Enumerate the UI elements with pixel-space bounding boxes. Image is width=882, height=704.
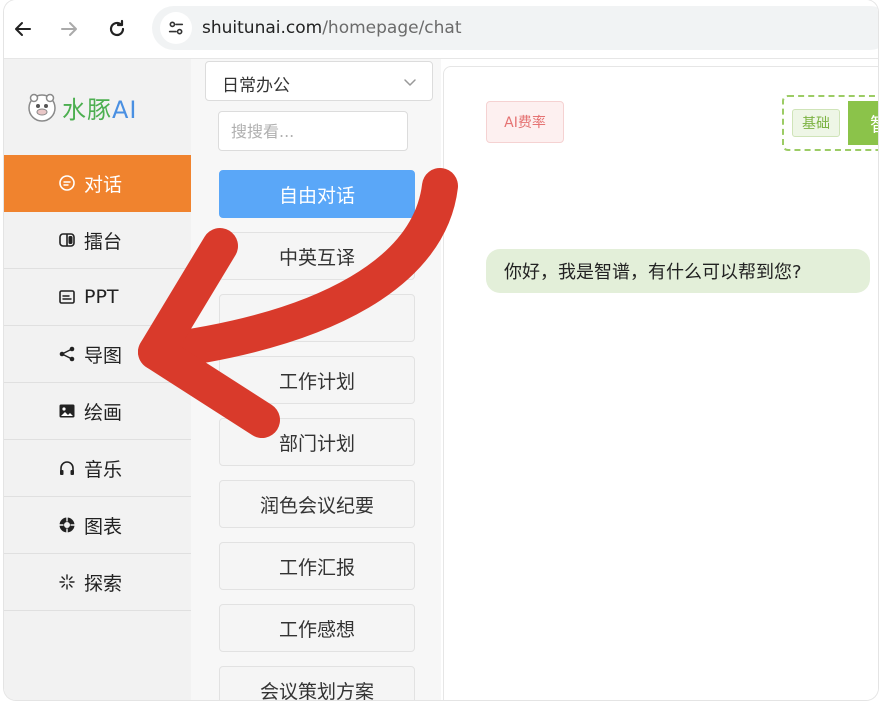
reload-icon bbox=[109, 19, 125, 37]
chat-bubble-icon bbox=[58, 174, 76, 192]
main-menu: 对话 擂台 PPT 导图 绘画 音乐 图表 探索 bbox=[4, 155, 191, 611]
category-select-value: 日常办公 bbox=[222, 76, 290, 96]
arrow-right-icon bbox=[61, 22, 77, 36]
mode-smart-button[interactable]: 智 bbox=[848, 101, 878, 145]
address-bar[interactable]: shuitunai.com/homepage/chat bbox=[152, 6, 878, 50]
sidebar-item-label: 图表 bbox=[84, 515, 123, 538]
slides-icon bbox=[58, 288, 76, 306]
chart-icon bbox=[58, 516, 76, 534]
category-select[interactable]: 日常办公 bbox=[205, 61, 433, 101]
scenario-work-plan[interactable]: 工作计划 bbox=[219, 356, 415, 404]
capybara-logo-icon bbox=[28, 93, 56, 122]
logo[interactable]: 水豚AI bbox=[26, 90, 138, 125]
sidebar-item-label: PPT bbox=[84, 286, 119, 308]
sidebar-item-arena[interactable]: 擂台 bbox=[4, 212, 191, 269]
mode-switch: 基础 智 bbox=[782, 95, 878, 151]
scenario-polish-minutes[interactable]: 润色会议纪要 bbox=[219, 480, 415, 528]
arrow-left-icon bbox=[15, 22, 31, 36]
sidebar-item-explore[interactable]: 探索 bbox=[4, 554, 191, 611]
sidebar-item-label: 擂台 bbox=[84, 230, 123, 253]
scenario-translate[interactable]: 中英互译 bbox=[219, 232, 415, 280]
scenario-meeting-plan[interactable]: 会议策划方案 bbox=[219, 666, 415, 700]
headphones-icon bbox=[58, 459, 76, 477]
scenario-list: 自由对话 中英互译 工作计划 部门计划 润色会议纪要 工作汇报 工作感想 会议策… bbox=[219, 170, 415, 700]
scenario-work-report[interactable]: 工作汇报 bbox=[219, 542, 415, 590]
sidebar-item-ppt[interactable]: PPT bbox=[4, 269, 191, 326]
sidebar-item-mindmap[interactable]: 导图 bbox=[4, 326, 191, 383]
scenario-work-reflection[interactable]: 工作感想 bbox=[219, 604, 415, 652]
url-path: /homepage/chat bbox=[322, 18, 462, 38]
sidebar-item-chat[interactable]: 对话 bbox=[4, 155, 191, 212]
sparkle-icon bbox=[58, 573, 76, 591]
sidebar-item-label: 导图 bbox=[84, 344, 123, 367]
back-button[interactable] bbox=[8, 14, 38, 44]
sidebar-item-label: 对话 bbox=[84, 173, 123, 196]
sidebar-item-music[interactable]: 音乐 bbox=[4, 440, 191, 497]
scenario-panel: 日常办公 自由对话 中英互译 工作计划 部门计划 润色会议纪要 工作汇报 工作感… bbox=[191, 59, 441, 700]
scenario-department-plan[interactable]: 部门计划 bbox=[219, 418, 415, 466]
sidebar-item-label: 绘画 bbox=[84, 401, 123, 424]
chevron-down-icon bbox=[404, 79, 416, 86]
logo-text-cn: 水豚 bbox=[62, 95, 112, 124]
browser-toolbar: shuitunai.com/homepage/chat bbox=[4, 0, 878, 59]
sidebar-item-painting[interactable]: 绘画 bbox=[4, 383, 191, 440]
game-controller-icon bbox=[58, 231, 76, 249]
browser-window: shuitunai.com/homepage/chat 水豚AI 对话 擂台 P… bbox=[4, 0, 878, 700]
reload-button[interactable] bbox=[102, 14, 132, 44]
scenario-obscured-item[interactable] bbox=[219, 294, 415, 342]
chat-panel: AI费率 基础 智 你好，我是智谱，有什么可以帮到您? bbox=[443, 66, 878, 700]
share-nodes-icon bbox=[58, 345, 76, 363]
sidebar-item-label: 探索 bbox=[84, 572, 123, 595]
url-host: shuitunai.com bbox=[202, 18, 323, 38]
scenario-search-input[interactable] bbox=[218, 111, 408, 151]
site-info-button[interactable] bbox=[160, 12, 192, 44]
ai-rate-tag[interactable]: AI费率 bbox=[486, 101, 564, 143]
tune-icon bbox=[168, 21, 184, 35]
logo-text-ai: AI bbox=[112, 95, 138, 124]
sidebar-item-charts[interactable]: 图表 bbox=[4, 497, 191, 554]
logo-text: 水豚AI bbox=[62, 90, 138, 125]
url-text: shuitunai.com/homepage/chat bbox=[202, 18, 462, 38]
forward-button[interactable] bbox=[54, 14, 84, 44]
mode-basic-button[interactable]: 基础 bbox=[792, 109, 840, 137]
scenario-free-chat[interactable]: 自由对话 bbox=[219, 170, 415, 218]
assistant-message: 你好，我是智谱，有什么可以帮到您? bbox=[486, 249, 870, 293]
image-icon bbox=[58, 402, 76, 420]
left-sidebar: 水豚AI 对话 擂台 PPT 导图 绘画 音乐 图表 探索 bbox=[4, 59, 191, 700]
sidebar-item-label: 音乐 bbox=[84, 458, 123, 481]
